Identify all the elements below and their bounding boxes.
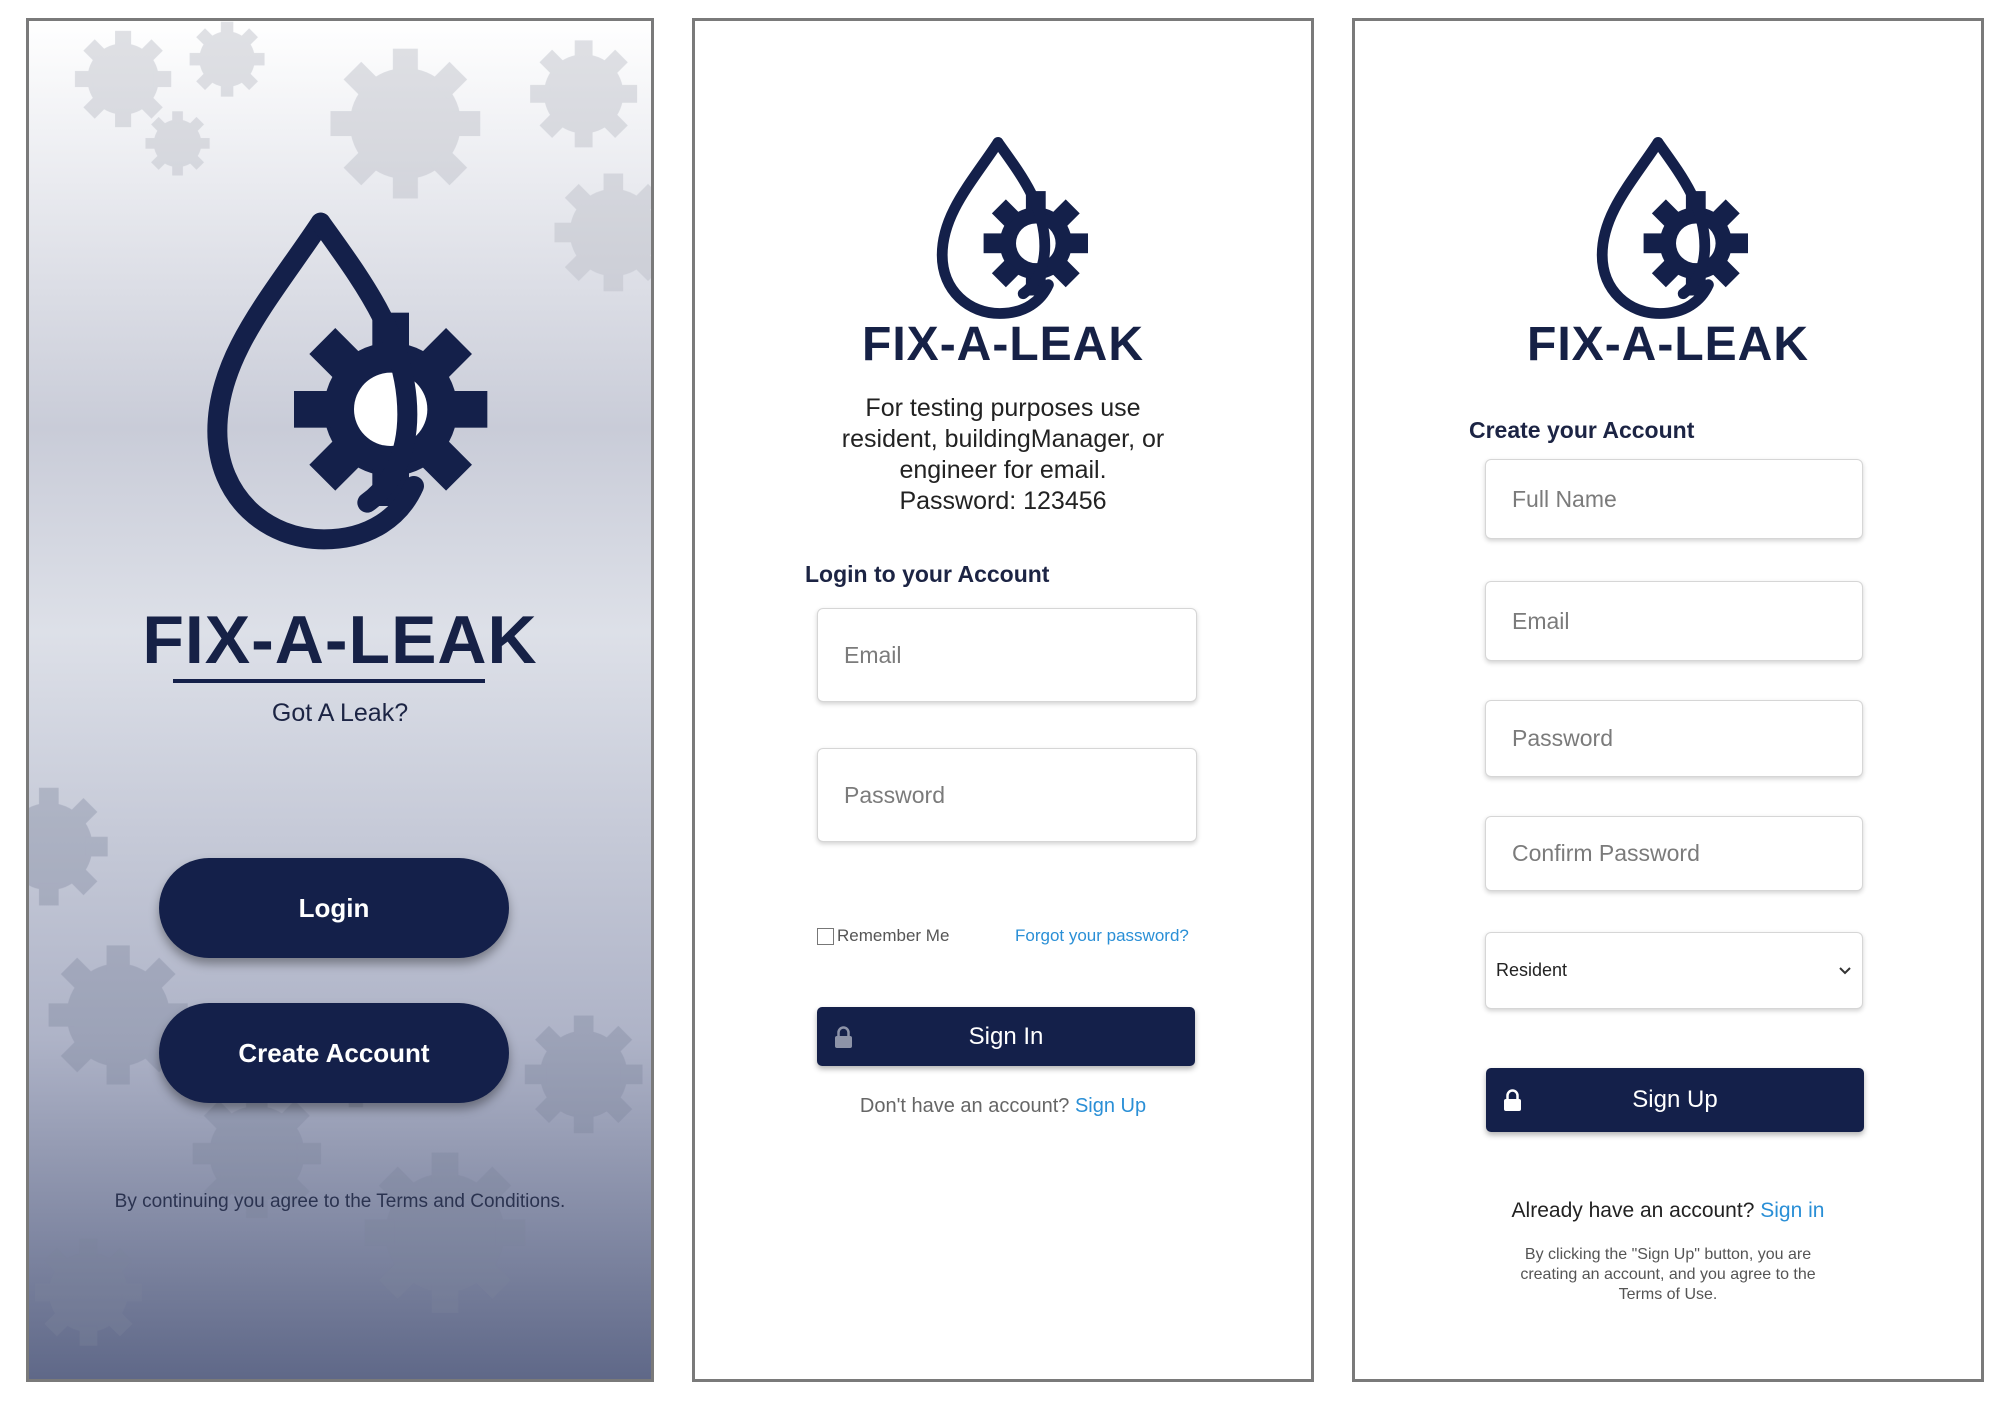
role-selected-value: Resident (1496, 960, 1568, 980)
no-account-text: Don't have an account? (859, 1095, 1070, 1117)
confirm-password-input[interactable] (1485, 816, 1863, 891)
password-input[interactable] (1485, 700, 1863, 777)
testing-hint: For testing purposes use resident, build… (695, 393, 1311, 517)
sign-up-button[interactable]: Sign Up (1486, 1068, 1864, 1132)
welcome-screen: FIX-A-LEAK Got A Leak? Login Create Acco… (26, 18, 654, 1382)
water-drop-gear-logo (1595, 133, 1757, 323)
login-screen: FIX-A-LEAK For testing purposes use resi… (692, 18, 1314, 1382)
create-account-button[interactable]: Create Account (159, 1003, 509, 1103)
hint-line: resident, buildingManager, or (841, 425, 1165, 453)
disclaimer-line: creating an account, and you agree to th… (1520, 1266, 1816, 1283)
sign-in-label: Sign In (968, 1022, 1044, 1050)
email-input[interactable] (1485, 581, 1863, 661)
hint-line: Password: 123456 (899, 487, 1107, 515)
hint-line: engineer for email. (899, 456, 1107, 484)
signin-prompt: Already have an account? Sign in (1355, 1199, 1981, 1223)
forgot-password-link[interactable]: Forgot your password? (1015, 926, 1189, 946)
role-select[interactable]: Resident (1485, 932, 1863, 1009)
water-drop-gear-logo (169, 206, 539, 556)
lock-icon (835, 1025, 852, 1048)
sign-in-link[interactable]: Sign in (1760, 1199, 1824, 1222)
tagline: Got A Leak? (271, 699, 409, 727)
have-account-text: Already have an account? (1511, 1199, 1755, 1222)
remember-me[interactable]: Remember Me (817, 926, 949, 946)
brand-title: FIX-A-LEAK (1527, 318, 1809, 371)
water-drop-gear-logo (935, 133, 1097, 323)
disclaimer-line: By clicking the "Sign Up" button, you ar… (1524, 1246, 1812, 1263)
remember-label: Remember Me (837, 926, 950, 945)
login-title: Login to your Account (805, 561, 1050, 587)
terms-text: By continuing you agree to the Terms and… (114, 1191, 566, 1212)
brand-underline (173, 679, 485, 683)
disclaimer-line: Terms of Use. (1618, 1286, 1718, 1303)
brand-title: FIX-A-LEAK (862, 318, 1144, 371)
signup-title: Create your Account (1469, 417, 1695, 443)
login-button[interactable]: Login (159, 858, 509, 958)
brand-title: FIX-A-LEAK (142, 602, 538, 678)
sign-up-label: Sign Up (1632, 1086, 1718, 1113)
terms-disclaimer: By clicking the "Sign Up" button, you ar… (1355, 1245, 1981, 1305)
hint-line: For testing purposes use (865, 394, 1141, 422)
email-input[interactable] (817, 608, 1197, 702)
lock-icon (1504, 1089, 1521, 1111)
password-input[interactable] (817, 748, 1197, 842)
sign-up-link[interactable]: Sign Up (1075, 1095, 1146, 1117)
sign-in-button[interactable]: Sign In (817, 1007, 1195, 1066)
signup-screen: FIX-A-LEAK Create your Account Resident … (1352, 18, 1984, 1382)
chevron-down-icon (1839, 966, 1851, 974)
signup-prompt: Don't have an account? Sign Up (695, 1095, 1311, 1118)
checkbox-icon[interactable] (817, 927, 834, 945)
full-name-input[interactable] (1485, 459, 1863, 539)
